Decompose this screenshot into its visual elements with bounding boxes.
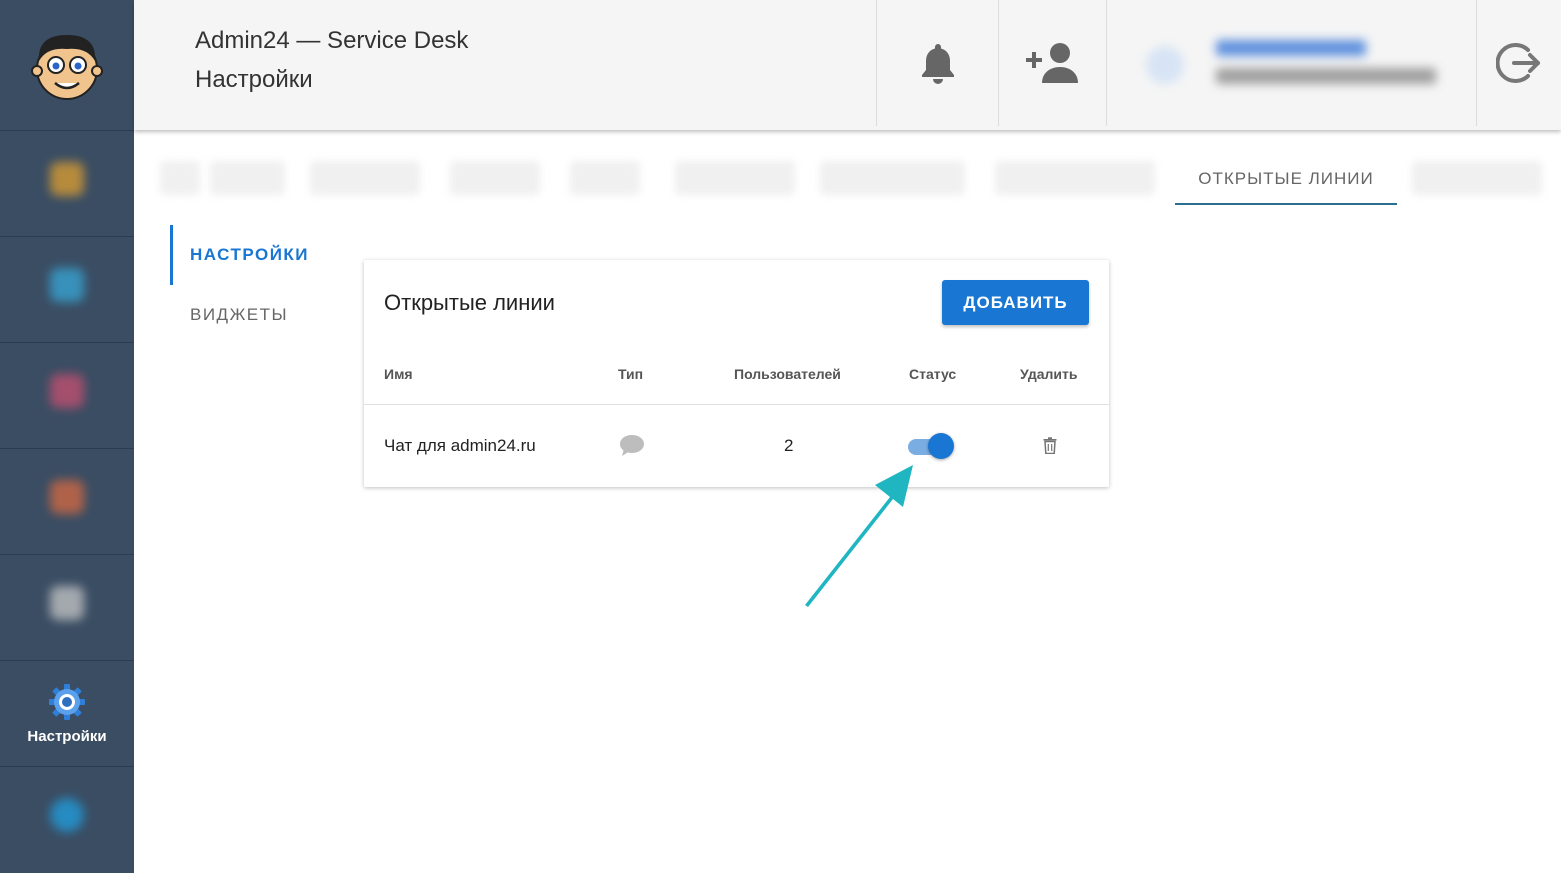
column-header-users: Пользователей [734,366,841,382]
divider [364,404,1109,405]
tab-blurred[interactable] [210,161,285,195]
sidebar-item-label: Настройки [27,728,107,745]
tab-blurred[interactable] [1412,161,1542,195]
column-header-name: Имя [384,366,413,382]
tab-scroll-left[interactable] [160,161,200,195]
sidebar-item-icon [50,479,84,514]
user-profile[interactable] [1146,36,1446,94]
sidebar-item-icon [50,267,84,302]
bell-icon [921,44,954,84]
sidebar-item-icon [50,373,84,408]
chat-bubble-icon [620,435,644,456]
tab-blurred[interactable] [450,161,540,195]
toggle-knob [928,433,954,459]
tab-blurred[interactable] [675,161,795,195]
row-name: Чат для admin24.ru [384,436,536,455]
tab-blurred[interactable] [995,161,1155,195]
sidebar-item-4[interactable] [0,449,134,555]
app-title: Admin24 — Service Desk [195,27,469,54]
trash-icon[interactable] [1043,437,1057,454]
column-header-status: Статус [909,366,957,382]
add-user-button[interactable] [999,0,1106,126]
page-title: Настройки [195,66,313,93]
subnav-widgets[interactable]: ВИДЖЕТЫ [173,285,340,345]
column-header-type: Тип [618,366,644,382]
add-user-icon [1025,43,1078,83]
add-button[interactable]: ДОБАВИТЬ [942,280,1089,325]
sidebar-item-1[interactable] [0,131,134,237]
sidebar-item-icon [50,798,84,832]
gear-icon [49,684,85,720]
sidebar-item-icon [50,161,84,196]
sidebar-item-3[interactable] [0,343,134,449]
tab-blurred[interactable] [570,161,640,195]
settings-tabs: ОТКРЫТЫЕ ЛИНИИ [160,155,1561,207]
tab-blurred[interactable] [310,161,420,195]
tab-blurred[interactable] [820,161,965,195]
annotation-arrow [805,465,913,607]
sidebar-item-5[interactable] [0,555,134,661]
sidebar-item-2[interactable] [0,237,134,343]
logout-icon [1496,43,1540,83]
header-divider [1106,0,1107,126]
notifications-button[interactable] [877,0,998,126]
card-title: Открытые линии [384,290,555,315]
sidebar-item-6[interactable] [0,767,134,873]
open-lines-card: Открытые линии ДОБАВИТЬ Имя Тип Пользова… [364,260,1109,487]
tab-open-lines[interactable]: ОТКРЫТЫЕ ЛИНИИ [1175,155,1397,205]
sidebar: Настройки [0,0,134,873]
row-users-count: 2 [784,436,794,455]
app-logo[interactable] [0,0,134,131]
subnav-settings[interactable]: НАСТРОЙКИ [170,225,340,285]
sidebar-item-icon [50,585,84,620]
mascot-logo-icon [31,35,103,100]
logout-button[interactable] [1477,0,1561,126]
top-header: Admin24 — Service Desk Настройки [134,0,1561,130]
sidebar-item-settings[interactable]: Настройки [0,661,134,767]
column-header-delete: Удалить [1020,366,1078,382]
